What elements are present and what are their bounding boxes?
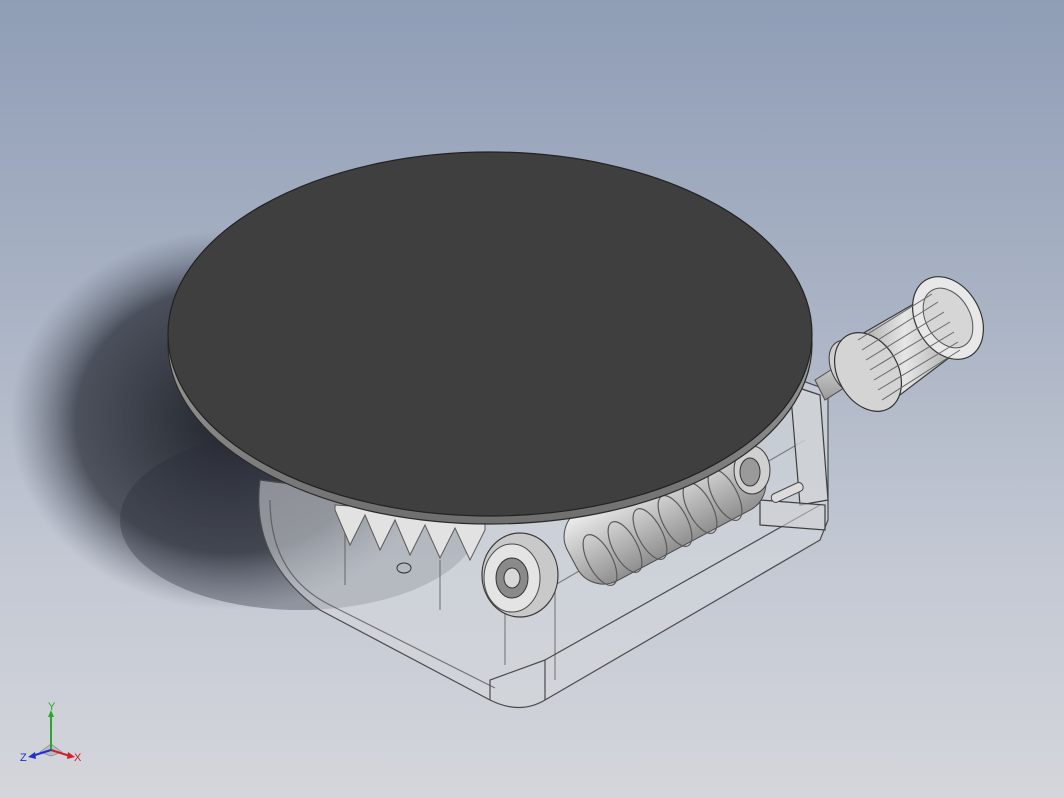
- graphics-viewport[interactable]: Y X Z: [0, 0, 1064, 798]
- x-axis-label: X: [74, 752, 82, 764]
- turntable-plate[interactable]: [167, 151, 813, 525]
- knurled-knob[interactable]: [821, 264, 998, 423]
- z-axis-label: Z: [20, 752, 27, 764]
- view-orientation-triad[interactable]: Y X Z: [18, 700, 88, 770]
- front-bearing[interactable]: [481, 532, 559, 618]
- z-axis-arrow: [28, 752, 36, 759]
- turntable-model[interactable]: [0, 0, 1064, 798]
- y-axis-label: Y: [48, 701, 56, 713]
